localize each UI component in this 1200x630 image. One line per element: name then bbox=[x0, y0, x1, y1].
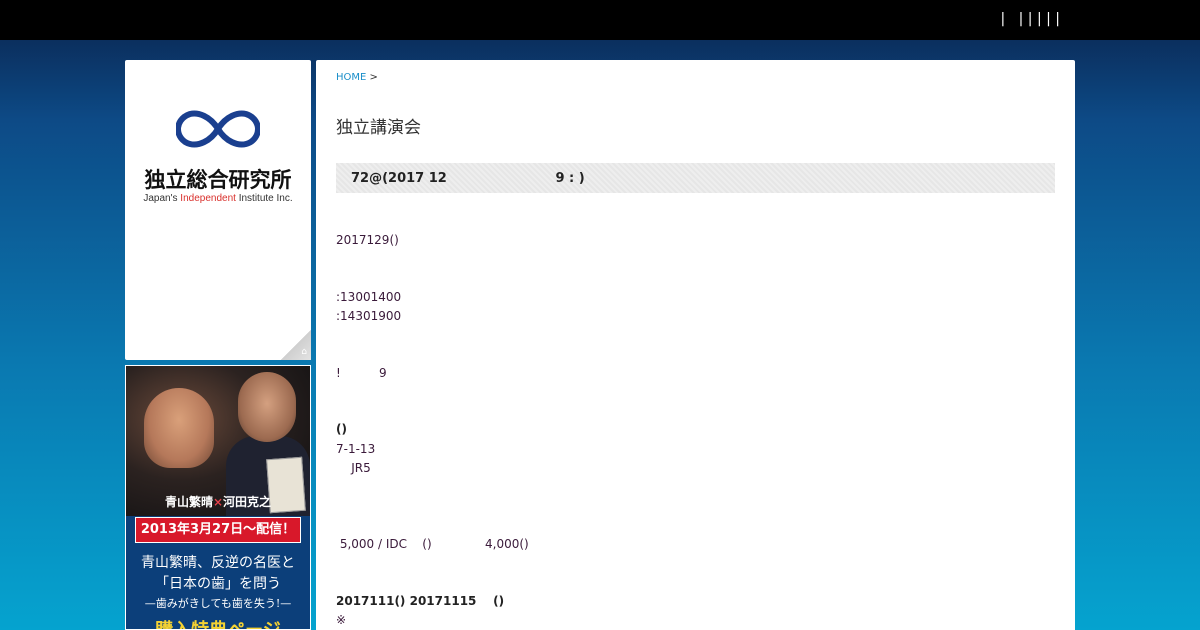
event-date: 2017129() bbox=[336, 233, 399, 247]
venue-address: 7-1-13 bbox=[336, 442, 376, 456]
main-content: HOME > 独立講演会 72@(2017 12 9 : ) 2017129()… bbox=[316, 60, 1075, 630]
logo-en-prefix: Japan's bbox=[143, 193, 181, 204]
promo-banner[interactable]: 青山繁晴×河田克之 2013年3月27日〜配信！ 青山繁晴、反逆の名医と 「日本… bbox=[125, 365, 311, 630]
logo-name-jp: 独立総合研究所 bbox=[144, 168, 292, 192]
page-title: 独立講演会 bbox=[336, 118, 421, 138]
banner-subtitle: —歯みがきしても歯を失う!— bbox=[144, 597, 292, 610]
breadcrumb: HOME > bbox=[336, 72, 378, 83]
banner-title-line1: 青山繁晴、反逆の名医と bbox=[141, 555, 295, 571]
logo-en-accent: Independent bbox=[180, 193, 236, 204]
infinity-icon bbox=[176, 110, 260, 148]
banner-title: 青山繁晴、反逆の名医と 「日本の歯」を問う bbox=[126, 553, 310, 595]
site-logo-panel[interactable]: 独立総合研究所 Japan's Independent Institute In… bbox=[125, 60, 311, 360]
logo-en-suffix: Institute Inc. bbox=[235, 193, 293, 204]
event-time-1: :13001400 bbox=[336, 290, 402, 304]
venue-access: JR5 bbox=[336, 461, 371, 475]
event-fee: 5,000 / IDC () 4,000() bbox=[336, 537, 529, 551]
note-mark: ※ bbox=[336, 613, 347, 627]
top-nav-links[interactable]: | | | | | | bbox=[1001, 11, 1060, 27]
banner-date-label: 2013年3月27日〜配信！ bbox=[135, 517, 301, 543]
person-right-photo bbox=[238, 372, 296, 442]
banner-bonus: 購入特典ページ bbox=[126, 616, 310, 629]
breadcrumb-separator: > bbox=[366, 72, 378, 83]
banner-name-b: 河田克之 bbox=[223, 495, 272, 509]
event-time-2: :14301900 bbox=[336, 309, 402, 323]
banner-names: 青山繁晴×河田克之 bbox=[126, 493, 310, 510]
event-headline-bar: 72@(2017 12 9 : ) bbox=[336, 163, 1055, 193]
event-note: ! 9 bbox=[336, 366, 387, 380]
person-left-photo bbox=[144, 388, 214, 468]
application-period: 2017111() 20171115 () bbox=[336, 594, 505, 608]
event-headline: 72@(2017 12 9 : ) bbox=[351, 171, 585, 186]
logo-name-en: Japan's Independent Institute Inc. bbox=[125, 193, 311, 204]
banner-title-line2: 「日本の歯」を問う bbox=[155, 576, 281, 592]
home-icon[interactable]: ⌂ bbox=[301, 347, 307, 357]
top-bar: | | | | | | bbox=[0, 0, 1200, 40]
breadcrumb-home-link[interactable]: HOME bbox=[336, 72, 366, 83]
venue-heading: () bbox=[336, 422, 347, 436]
banner-times: × bbox=[212, 495, 224, 509]
banner-name-a: 青山繁晴 bbox=[164, 495, 213, 509]
